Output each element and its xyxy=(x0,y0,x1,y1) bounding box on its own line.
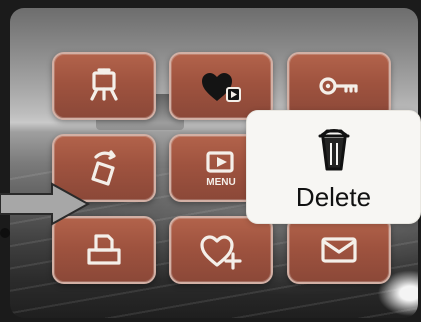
menu-tile-slideshow[interactable] xyxy=(52,52,156,120)
play-menu-icon: MENU xyxy=(194,145,248,191)
heart-play-icon xyxy=(194,63,248,109)
print-icon xyxy=(77,227,131,273)
slideshow-icon xyxy=(77,63,131,109)
camera-screen-frame: MENU Delete xyxy=(0,0,421,322)
pointer-arrow xyxy=(0,182,91,226)
selected-item-label: Delete xyxy=(295,182,372,212)
selected-item-callout[interactable]: Delete xyxy=(246,110,421,224)
menu-tile-email[interactable] xyxy=(287,216,391,284)
envelope-icon xyxy=(312,227,366,273)
key-icon xyxy=(312,63,366,109)
pointer-dot xyxy=(0,228,10,238)
menu-tile-add-favorite[interactable] xyxy=(169,216,273,284)
heart-add-icon xyxy=(194,227,248,273)
trash-icon xyxy=(318,129,350,171)
menu-badge-text: MENU xyxy=(206,177,235,188)
